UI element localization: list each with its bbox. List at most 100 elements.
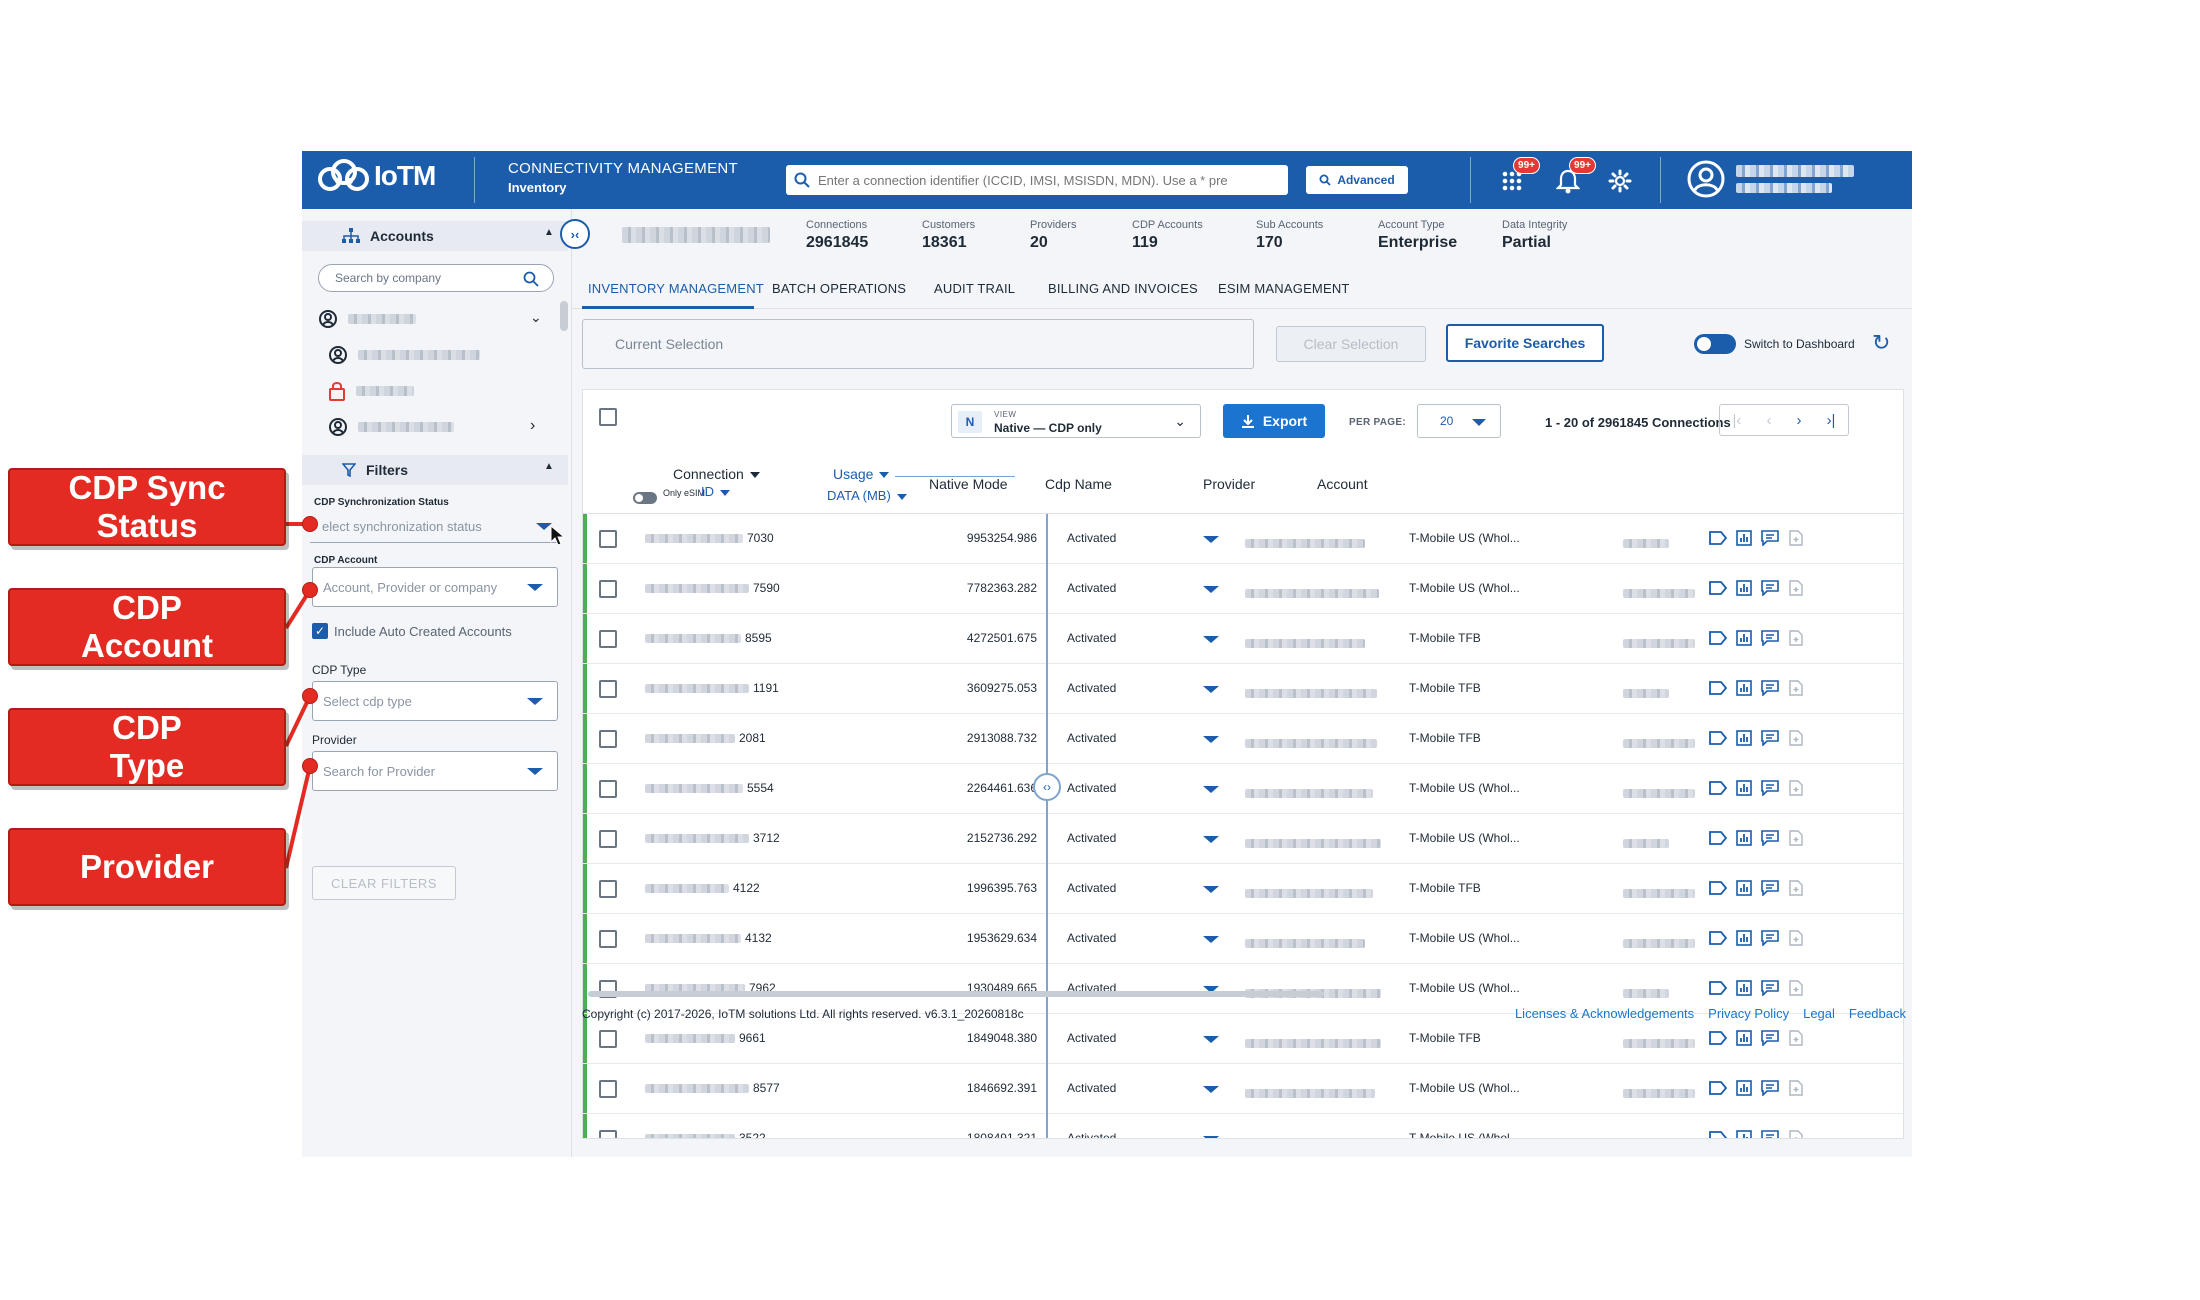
- accounts-scrollbar[interactable]: [560, 301, 568, 331]
- prev-page-icon[interactable]: ‹: [1766, 412, 1771, 429]
- row-checkbox[interactable]: [599, 530, 617, 548]
- message-icon[interactable]: [1759, 777, 1781, 799]
- include-auto-created-checkbox[interactable]: ✓ Include Auto Created Accounts: [312, 623, 512, 639]
- row-checkbox[interactable]: [599, 580, 617, 598]
- row-checkbox[interactable]: [599, 1080, 617, 1098]
- sim-add-icon[interactable]: [1785, 827, 1807, 849]
- row-checkbox[interactable]: [599, 880, 617, 898]
- table-row[interactable]: 7590 7782363.282 Activated T-Mobile US (Who…: [583, 564, 1903, 614]
- column-resize-handle[interactable]: ‹›: [1033, 773, 1061, 801]
- col-id-header[interactable]: ID: [701, 484, 730, 499]
- sim-add-icon[interactable]: [1785, 877, 1807, 899]
- usage-chart-icon[interactable]: [1733, 727, 1755, 749]
- connection-search-input[interactable]: [818, 172, 1268, 188]
- message-icon[interactable]: [1759, 977, 1781, 999]
- export-button[interactable]: Export: [1223, 404, 1325, 438]
- table-row[interactable]: 1191 3609275.053 Activated T-Mobile TFB: [583, 664, 1903, 714]
- collapse-sidebar-button[interactable]: ›‹: [560, 219, 590, 249]
- tag-icon[interactable]: [1707, 1077, 1729, 1099]
- col-cdp-name-header[interactable]: Cdp Name: [1045, 476, 1112, 492]
- connection-id-cell[interactable]: 8577: [645, 1081, 780, 1095]
- clear-filters-button[interactable]: CLEAR FILTERS: [312, 866, 456, 900]
- message-icon[interactable]: [1759, 1077, 1781, 1099]
- native-mode-caret-icon[interactable]: [1203, 636, 1219, 643]
- table-horizontal-scrollbar[interactable]: [588, 991, 1324, 997]
- usage-chart-icon[interactable]: [1733, 527, 1755, 549]
- native-mode-caret-icon[interactable]: [1203, 936, 1219, 943]
- native-mode-caret-icon[interactable]: [1203, 886, 1219, 893]
- usage-chart-icon[interactable]: [1733, 927, 1755, 949]
- first-page-icon[interactable]: |‹: [1733, 412, 1742, 429]
- connection-id-cell[interactable]: 2081: [645, 731, 766, 745]
- message-icon[interactable]: [1759, 927, 1781, 949]
- col-native-mode-header[interactable]: Native Mode: [929, 476, 1008, 492]
- tag-icon[interactable]: [1707, 577, 1729, 599]
- filters-section-header[interactable]: Filters ▲: [302, 455, 568, 485]
- table-row[interactable]: 8577 1846692.391 Activated T-Mobile US (Who…: [583, 1064, 1903, 1114]
- connection-id-cell[interactable]: 1191: [645, 681, 779, 695]
- table-row[interactable]: 3712 2152736.292 Activated T-Mobile US (Who…: [583, 814, 1903, 864]
- row-checkbox[interactable]: [599, 630, 617, 648]
- connection-search-box[interactable]: [786, 165, 1288, 195]
- account-tree-item[interactable]: [328, 381, 414, 401]
- dashboard-switch[interactable]: [1694, 334, 1736, 354]
- only-esim-switch[interactable]: [633, 492, 657, 504]
- table-row[interactable]: 5554 2264461.636 Activated T-Mobile US (Who…: [583, 764, 1903, 814]
- tag-icon[interactable]: [1707, 727, 1729, 749]
- sim-add-icon[interactable]: [1785, 627, 1807, 649]
- usage-chart-icon[interactable]: [1733, 777, 1755, 799]
- sim-add-icon[interactable]: [1785, 1127, 1807, 1138]
- table-row[interactable]: 3522 1808491.321 Activated T-Mobile US (Who…: [583, 1114, 1903, 1138]
- table-vertical-scrollbar[interactable]: [1903, 532, 1904, 972]
- cdp-type-select[interactable]: Select cdp type: [312, 681, 558, 721]
- usage-chart-icon[interactable]: [1733, 1127, 1755, 1138]
- message-icon[interactable]: [1759, 627, 1781, 649]
- row-checkbox[interactable]: [599, 830, 617, 848]
- sim-add-icon[interactable]: [1785, 727, 1807, 749]
- row-checkbox[interactable]: [599, 730, 617, 748]
- iotm-logo[interactable]: IoTM: [316, 159, 436, 193]
- view-select[interactable]: N VIEW Native — CDP only ⌄: [951, 404, 1201, 438]
- chevron-right-icon[interactable]: ›: [530, 417, 535, 435]
- col-account-header[interactable]: Account: [1317, 476, 1368, 492]
- native-mode-caret-icon[interactable]: [1203, 1136, 1219, 1138]
- sim-add-icon[interactable]: [1785, 977, 1807, 999]
- company-search-field[interactable]: Search by company: [318, 264, 554, 292]
- cdp-account-select[interactable]: Account, Provider or company: [312, 567, 558, 607]
- tag-icon[interactable]: [1707, 977, 1729, 999]
- cdp-sync-status-select[interactable]: elect synchronization status: [310, 509, 566, 546]
- connection-id-cell[interactable]: 8595: [645, 631, 772, 645]
- licenses-link[interactable]: Licenses & Acknowledgements: [1515, 1006, 1694, 1021]
- table-row[interactable]: 2081 2913088.732 Activated T-Mobile TFB: [583, 714, 1903, 764]
- favorite-searches-button[interactable]: Favorite Searches: [1446, 324, 1604, 362]
- message-icon[interactable]: [1759, 677, 1781, 699]
- collapse-up-icon[interactable]: ▲: [544, 227, 554, 238]
- tag-icon[interactable]: [1707, 627, 1729, 649]
- apps-grid-button[interactable]: 99+: [1496, 157, 1540, 197]
- sim-add-icon[interactable]: [1785, 527, 1807, 549]
- message-icon[interactable]: [1759, 1127, 1781, 1138]
- privacy-policy-link[interactable]: Privacy Policy: [1708, 1006, 1789, 1021]
- message-icon[interactable]: [1759, 527, 1781, 549]
- row-checkbox[interactable]: [599, 1030, 617, 1048]
- usage-chart-icon[interactable]: [1733, 877, 1755, 899]
- tag-icon[interactable]: [1707, 927, 1729, 949]
- col-connection-header[interactable]: Connection: [673, 466, 760, 482]
- accounts-section-header[interactable]: Accounts ▲: [302, 221, 568, 251]
- tab-esim-management[interactable]: ESIM MANAGEMENT: [1218, 281, 1350, 296]
- row-checkbox[interactable]: [599, 1130, 617, 1138]
- tab-inventory-management[interactable]: INVENTORY MANAGEMENT: [588, 281, 764, 296]
- usage-chart-icon[interactable]: [1733, 1077, 1755, 1099]
- row-checkbox[interactable]: [599, 930, 617, 948]
- tag-icon[interactable]: [1707, 677, 1729, 699]
- sim-add-icon[interactable]: [1785, 927, 1807, 949]
- sim-add-icon[interactable]: [1785, 577, 1807, 599]
- legal-link[interactable]: Legal: [1803, 1006, 1835, 1021]
- account-tree-item[interactable]: ⌄: [318, 309, 542, 329]
- message-icon[interactable]: [1759, 727, 1781, 749]
- per-page-select[interactable]: 20: [1417, 404, 1501, 438]
- tag-icon[interactable]: [1707, 827, 1729, 849]
- connection-id-cell[interactable]: 4132: [645, 931, 772, 945]
- col-provider-header[interactable]: Provider: [1203, 476, 1255, 492]
- usage-chart-icon[interactable]: [1733, 577, 1755, 599]
